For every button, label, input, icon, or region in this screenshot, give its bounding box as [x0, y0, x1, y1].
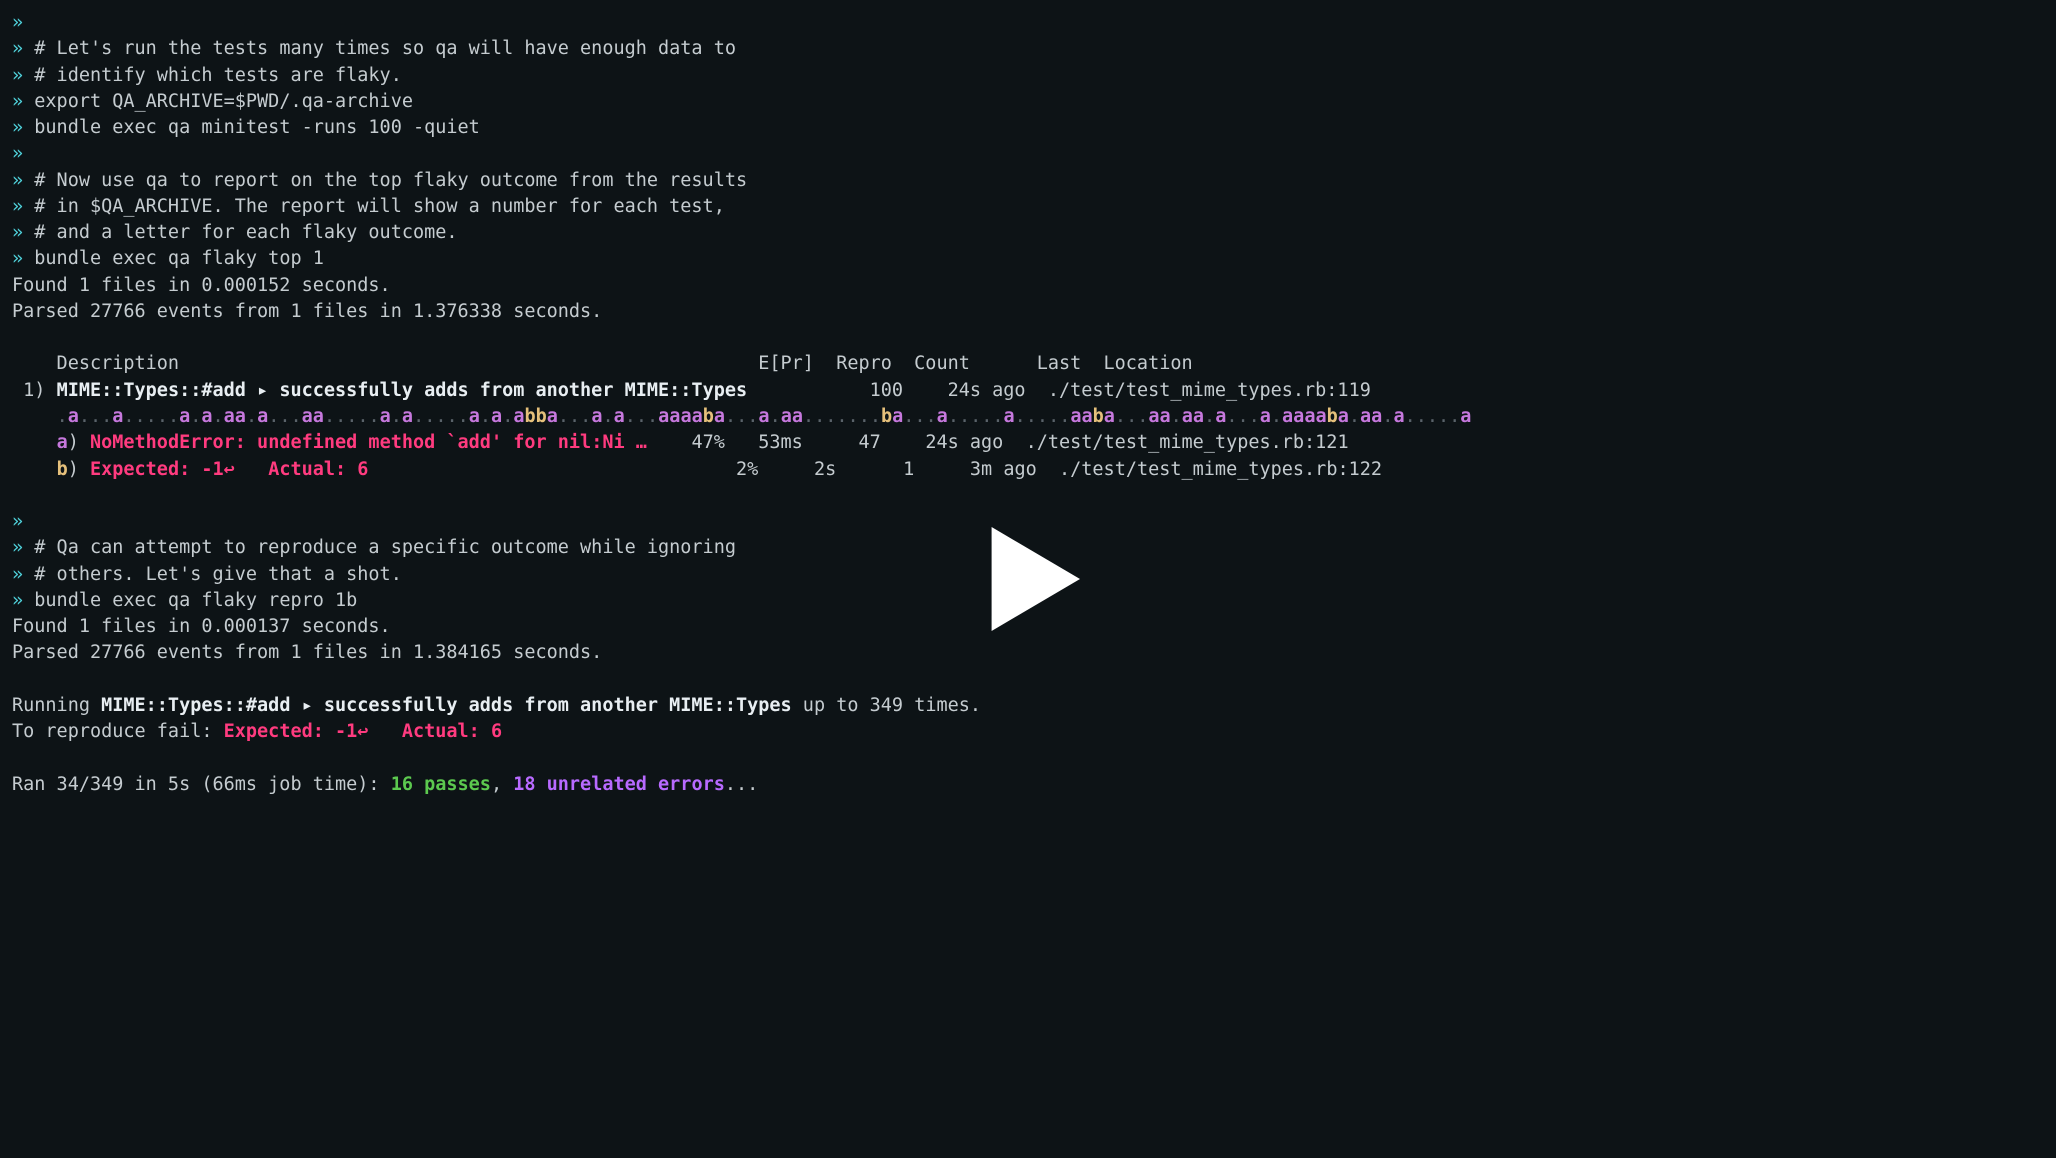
prompt: » — [12, 590, 23, 611]
errors-count: 18 unrelated errors — [513, 774, 725, 795]
prompt: » — [12, 222, 23, 243]
prompt: » — [12, 38, 23, 59]
comment: # Let's run the tests many times so qa w… — [34, 38, 736, 59]
outcome-label-b: b — [57, 459, 68, 480]
command: export QA_ARCHIVE=$PWD/.qa-archive — [34, 91, 413, 112]
test-description: MIME::Types::#add ▸ successfully adds fr… — [101, 695, 792, 716]
expected-value: Expected: -1↩ — [90, 459, 235, 480]
prompt: » — [12, 143, 23, 164]
command: bundle exec qa flaky repro 1b — [34, 590, 357, 611]
comment: # others. Let's give that a shot. — [34, 564, 402, 585]
output-line: Parsed 27766 events from 1 files in 1.38… — [12, 640, 2044, 666]
table-row: 1) MIME::Types::#add ▸ successfully adds… — [12, 378, 2044, 404]
prompt: » — [12, 564, 23, 585]
play-icon — [963, 514, 1093, 644]
command: bundle exec qa flaky top 1 — [34, 248, 324, 269]
outcome-row-a: a) NoMethodError: undefined method `add'… — [12, 430, 2044, 456]
outcome-label-a: a — [57, 432, 68, 453]
prompt: » — [12, 117, 23, 138]
command: bundle exec qa minitest -runs 100 -quiet — [34, 117, 480, 138]
prompt: » — [12, 537, 23, 558]
prompt: » — [12, 65, 23, 86]
summary-line: Ran 34/349 in 5s (66ms job time): 16 pas… — [12, 772, 2044, 798]
comment: # and a letter for each flaky outcome. — [34, 222, 457, 243]
prompt: » — [12, 170, 23, 191]
comment: # identify which tests are flaky. — [34, 65, 402, 86]
play-button[interactable] — [963, 514, 1093, 644]
test-description: MIME::Types::#add ▸ successfully adds fr… — [57, 380, 748, 401]
terminal-output: » » # Let's run the tests many times so … — [12, 10, 2044, 798]
comment: # Now use qa to report on the top flaky … — [34, 170, 747, 191]
prompt: » — [12, 511, 23, 532]
prompt: » — [12, 196, 23, 217]
comment: # in $QA_ARCHIVE. The report will show a… — [34, 196, 725, 217]
output-line: Found 1 files in 0.000152 seconds. — [12, 273, 2044, 299]
actual-value: Actual: 6 — [402, 721, 502, 742]
table-header: Description E[Pr] Repro Count Last Locat… — [12, 351, 2044, 377]
error-message: NoMethodError: undefined method `add' fo… — [90, 432, 647, 453]
prompt: » — [12, 12, 23, 33]
running-line: Running MIME::Types::#add ▸ successfully… — [12, 693, 2044, 719]
passes-count: 16 passes — [391, 774, 491, 795]
comment: # Qa can attempt to reproduce a specific… — [34, 537, 736, 558]
expected-value: Expected: -1↩ — [224, 721, 369, 742]
prompt: » — [12, 248, 23, 269]
outcome-row-b: b) Expected: -1↩ Actual: 6 2% 2s 1 3m ag… — [12, 457, 2044, 483]
repro-line: To reproduce fail: Expected: -1↩ Actual:… — [12, 719, 2044, 745]
output-line: Parsed 27766 events from 1 files in 1.37… — [12, 299, 2044, 325]
actual-value: Actual: 6 — [268, 459, 368, 480]
prompt: » — [12, 91, 23, 112]
flaky-pattern: .a...a.....a.a.aa.a...aa.....a.a.....a.a… — [12, 404, 2044, 430]
